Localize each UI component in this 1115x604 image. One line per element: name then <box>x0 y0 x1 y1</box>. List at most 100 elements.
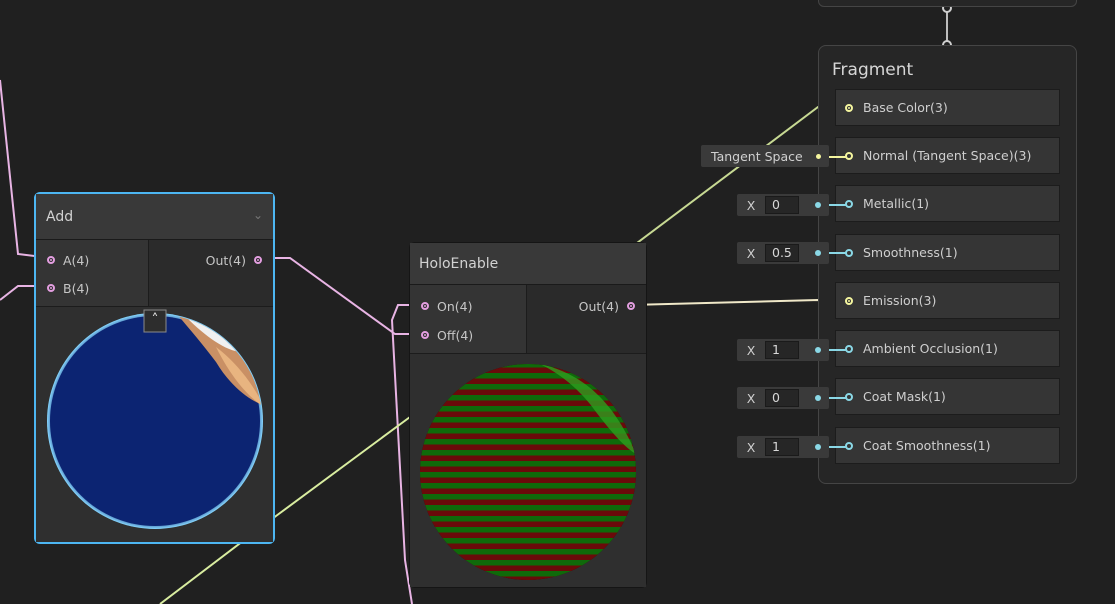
stripe <box>420 477 636 483</box>
stripe <box>420 389 636 395</box>
port-b-icon <box>47 284 55 292</box>
float-port-icon <box>845 392 853 401</box>
holo-preview-sphere <box>410 364 646 589</box>
add-node-header[interactable]: Add ⌄ <box>36 194 273 240</box>
coat-mask-inline-field[interactable]: X 0 <box>737 387 829 409</box>
slot-coat-mask-label: Coat Mask(1) <box>863 389 946 404</box>
float-port-icon <box>815 250 821 256</box>
metallic-inline-field[interactable]: X 0 <box>737 194 829 216</box>
stripe <box>420 466 636 472</box>
stripe <box>420 367 636 373</box>
holo-enable-node[interactable]: HoloEnable On(4) Off(4) Out(4) <box>409 242 647 588</box>
stripe <box>420 554 636 560</box>
slot-metallic[interactable]: Metallic(1) <box>835 185 1060 222</box>
float-port-icon <box>845 199 853 208</box>
stripe <box>420 499 636 505</box>
holo-node-header[interactable]: HoloEnable <box>410 243 646 285</box>
stripe <box>420 439 636 445</box>
vector3-port-icon <box>845 296 853 305</box>
port-on-icon <box>421 302 429 310</box>
stripe <box>420 472 636 478</box>
chevron-down-icon[interactable]: ⌄ <box>253 208 263 222</box>
stripe <box>420 400 636 406</box>
stripe <box>420 560 636 566</box>
vector3-port-icon <box>845 151 853 160</box>
stripe <box>420 395 636 401</box>
port-a-icon <box>47 256 55 264</box>
stripe <box>420 516 636 522</box>
slot-metallic-label: Metallic(1) <box>863 196 930 211</box>
x-label: X <box>746 390 756 406</box>
fragment-title: Fragment <box>832 60 914 80</box>
add-output-label: Out(4) <box>205 252 246 268</box>
add-input-b[interactable]: B(4) <box>47 277 89 299</box>
slot-smoothness[interactable]: Smoothness(1) <box>835 234 1060 271</box>
ambient-occlusion-value-input[interactable]: 1 <box>765 341 799 359</box>
slot-emission[interactable]: Emission(3) <box>835 282 1060 319</box>
stripe <box>410 582 646 588</box>
stripe <box>420 444 636 450</box>
coat-smoothness-value-input[interactable]: 1 <box>765 438 799 456</box>
slot-normal[interactable]: Normal (Tangent Space)(3) <box>835 137 1060 174</box>
wire-add-to-holo-off <box>258 257 425 335</box>
stripe <box>420 455 636 461</box>
slot-coat-smoothness[interactable]: Coat Smoothness(1) <box>835 427 1060 464</box>
ambient-occlusion-inline-field[interactable]: X 1 <box>737 339 829 361</box>
stripe <box>410 588 646 589</box>
slot-coat-smoothness-label: Coat Smoothness(1) <box>863 438 991 453</box>
slot-smoothness-label: Smoothness(1) <box>863 245 958 260</box>
coat-smoothness-inline-field[interactable]: X 1 <box>737 436 829 458</box>
float-port-icon <box>815 202 821 208</box>
float-port-icon <box>815 395 821 401</box>
smoothness-inline-field[interactable]: X 0.5 <box>737 242 829 264</box>
stripe <box>420 538 636 544</box>
holo-input-on[interactable]: On(4) <box>421 295 472 317</box>
holo-preview-area <box>410 353 646 587</box>
add-preview-area: ˄ <box>36 306 273 542</box>
holo-output[interactable]: Out(4) <box>579 295 635 317</box>
stripe <box>420 565 636 571</box>
coat-mask-value-input[interactable]: 0 <box>765 389 799 407</box>
holo-node-title: HoloEnable <box>419 256 499 272</box>
float-port-icon <box>815 444 821 450</box>
slot-base-color-label: Base Color(3) <box>863 100 948 115</box>
stripe <box>420 527 636 533</box>
add-node[interactable]: Add ⌄ A(4) B(4) Out(4) ˄ <box>34 192 275 544</box>
vector3-port-icon <box>816 153 821 159</box>
stripe <box>420 505 636 511</box>
add-input-a[interactable]: A(4) <box>47 249 89 271</box>
stripe <box>420 571 636 577</box>
collapse-preview-icon[interactable]: ˄ <box>144 309 166 331</box>
stripe <box>420 378 636 384</box>
slot-normal-label: Normal (Tangent Space)(3) <box>863 148 1032 163</box>
holo-input-off-label: Off(4) <box>437 327 474 343</box>
slot-ambient-occlusion[interactable]: Ambient Occlusion(1) <box>835 330 1060 367</box>
x-label: X <box>746 197 756 213</box>
add-input-b-label: B(4) <box>63 280 90 296</box>
metallic-value-input[interactable]: 0 <box>765 196 799 214</box>
wire-holo-to-emission <box>629 298 848 306</box>
port-out-icon <box>254 256 262 264</box>
x-label: X <box>746 439 756 455</box>
slot-emission-label: Emission(3) <box>863 293 937 308</box>
holo-input-off[interactable]: Off(4) <box>421 324 473 346</box>
float-port-icon <box>845 248 853 257</box>
add-output[interactable]: Out(4) <box>206 249 262 271</box>
slot-base-color[interactable]: Base Color(3) <box>835 89 1060 126</box>
vertex-stack[interactable] <box>818 0 1077 7</box>
slot-coat-mask[interactable]: Coat Mask(1) <box>835 378 1060 415</box>
x-label: X <box>746 342 756 358</box>
port-off-icon <box>421 331 429 339</box>
stripe <box>420 373 636 379</box>
smoothness-value-input[interactable]: 0.5 <box>765 244 799 262</box>
stripe <box>420 433 636 439</box>
stripe <box>420 483 636 489</box>
port-out-icon <box>627 302 635 310</box>
holo-input-on-label: On(4) <box>437 298 473 314</box>
stripe <box>420 521 636 527</box>
add-preview-sphere <box>47 309 263 529</box>
stripe <box>420 510 636 516</box>
stripe <box>420 532 636 538</box>
tangent-space-field[interactable]: Tangent Space <box>701 145 829 167</box>
tangent-space-label: Tangent Space <box>711 148 803 164</box>
